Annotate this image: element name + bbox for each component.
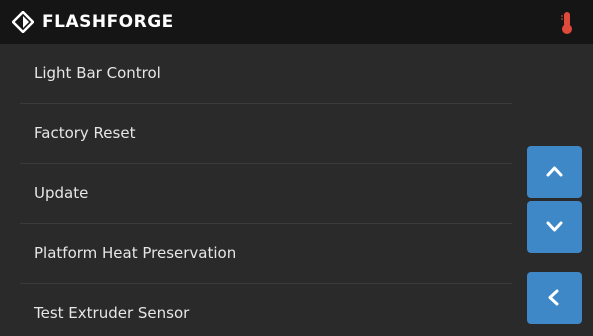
scroll-up-button[interactable]: [527, 146, 582, 198]
menu-item-label: Light Bar Control: [34, 64, 161, 82]
top-bar: FLASHFORGE: [0, 0, 593, 44]
back-button[interactable]: [527, 272, 582, 324]
menu-item-label: Update: [34, 184, 89, 202]
settings-menu: Light Bar Control Factory Reset Update P…: [20, 44, 512, 336]
settings-screen: FLASHFORGE Light Bar Control Factory Res…: [0, 0, 593, 336]
menu-item-update[interactable]: Update: [20, 164, 512, 224]
chevron-down-icon: [546, 221, 563, 232]
menu-item-label: Test Extruder Sensor: [34, 304, 190, 322]
menu-item-light-bar-control[interactable]: Light Bar Control: [20, 44, 512, 104]
thermometer-icon: [561, 12, 572, 34]
menu-item-label: Platform Heat Preservation: [34, 244, 237, 262]
menu-item-platform-heat-preservation[interactable]: Platform Heat Preservation: [20, 224, 512, 284]
flashforge-logo-icon: [12, 11, 34, 33]
menu-item-test-extruder-sensor[interactable]: Test Extruder Sensor: [20, 284, 512, 336]
menu-item-label: Factory Reset: [34, 124, 136, 142]
chevron-up-icon: [546, 166, 563, 177]
chevron-left-icon: [548, 289, 559, 306]
scroll-down-button[interactable]: [527, 201, 582, 253]
brand-name: FLASHFORGE: [42, 12, 174, 32]
menu-item-factory-reset[interactable]: Factory Reset: [20, 104, 512, 164]
